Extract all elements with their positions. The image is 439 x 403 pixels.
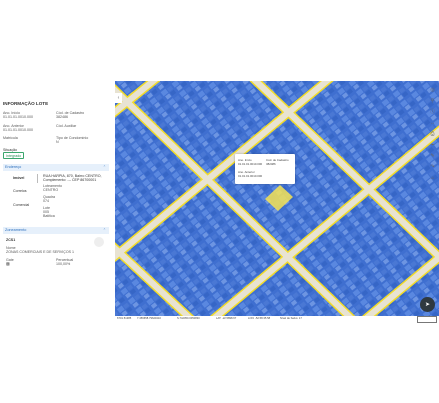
- scale-bar: [417, 316, 437, 323]
- ano-anterior-value: 01.01.01.0010.000: [3, 128, 33, 133]
- popup-ano-anterior-value: 01.01.01.0010.000: [238, 174, 263, 178]
- loteamento-value: CENTRO: [43, 188, 59, 193]
- lot-info-panel: INFORMAÇÃO LOTE Ano. Início 01.01.01.001…: [0, 96, 112, 274]
- status-lon: LON: -52.58.35.58: [248, 317, 271, 320]
- layers-icon: ▩: [6, 261, 10, 267]
- situacao-status-badge: Integrado: [3, 152, 25, 160]
- endereco-value: RUA HARPIA, 870, Bairro CENTRO, Compleme…: [43, 174, 102, 183]
- ano-inicio-field: Ano. Início 01.01.01.0010.000: [3, 111, 33, 119]
- quadra-value: 074: [43, 199, 49, 204]
- tipo-condominio-value: N: [56, 140, 59, 145]
- zoneamento-percentual-field: Percentual 100,00%: [56, 258, 73, 266]
- status-coords-3: S.742050.0050830: [177, 317, 200, 320]
- home-icon[interactable]: ⌂: [428, 173, 437, 182]
- bairro-field: Batitica: [43, 214, 55, 218]
- ano-inicio-value: 01.01.01.0010.000: [3, 115, 33, 120]
- chevron-up-icon: ⌃: [102, 228, 106, 232]
- layers-icon[interactable]: ◎: [428, 85, 437, 94]
- popup-cod-value: 382486: [266, 162, 276, 166]
- map-info-popup: Ano. Início 01.01.01.0010.000 Cód. de Ca…: [235, 154, 295, 184]
- collapse-panel-button[interactable]: ‹: [115, 93, 122, 103]
- status-nivel: Nível de Salvo: 17: [280, 317, 302, 320]
- section-zoneamento-header[interactable]: Zoneamento ⌃: [3, 227, 109, 234]
- zoneamento-header-label: Zoneamento: [5, 228, 27, 232]
- map-status-bar: 6701.51385 7.456658.79620410 S.742050.00…: [115, 316, 439, 322]
- loteamento-field: Loteamento CENTRO: [43, 184, 62, 192]
- bairro-value: Batitica: [43, 214, 55, 218]
- zoneamento-nome-field: Nome ZONAS COMERCIAIS E DE SERVIÇOS 1: [6, 246, 74, 254]
- cod-cadastro-value: 382486: [56, 115, 68, 120]
- popup-ano-inicio-value: 01.01.01.0010.000: [238, 162, 263, 166]
- cod-auxiliar-field: Cód. Auxiliar: [56, 124, 76, 128]
- zoneamento-toggle-icon[interactable]: [94, 237, 104, 247]
- panel-title: INFORMAÇÃO LOTE: [3, 101, 49, 106]
- cod-auxiliar-label: Cód. Auxiliar: [56, 124, 77, 128]
- search-icon[interactable]: ⚲: [428, 96, 437, 105]
- location-icon[interactable]: ⌖: [428, 140, 437, 149]
- info-icon[interactable]: ⓘ: [428, 107, 437, 116]
- tipo-condominio-field: Tipo de Condomínio N: [56, 136, 88, 144]
- matricula-label: Matrícula: [3, 136, 18, 140]
- endereco-header-label: Endereço: [5, 165, 22, 169]
- print-icon[interactable]: ⎙: [428, 129, 437, 138]
- zoneamento-gate-field: Gate ▩: [6, 258, 14, 267]
- ano-anterior-field: Ano. Anterior 01.01.01.0010.000: [3, 124, 33, 132]
- status-coords-2: 7.456658.79620410: [137, 317, 161, 320]
- lote-field: Lote 005: [43, 206, 50, 214]
- endereco-row-correios: Correios: [13, 189, 27, 193]
- edit-icon[interactable]: ✎: [428, 151, 437, 160]
- measure-icon[interactable]: ↔: [428, 118, 437, 127]
- map-view[interactable]: [115, 81, 439, 318]
- quadra-field: Quadra 074: [43, 195, 55, 203]
- cod-cadastro-field: Cód. de Cadastro 382486: [56, 111, 84, 119]
- chevron-up-icon: ⌃: [102, 165, 106, 169]
- compass-icon[interactable]: ➤: [420, 297, 435, 312]
- endereco-tipo: Imóvel: [13, 176, 25, 180]
- share-icon[interactable]: ↷: [428, 162, 437, 171]
- endereco-row-comercial: Comercial: [13, 203, 30, 207]
- tipo-condominio-label: Tipo de Condomínio: [56, 136, 89, 140]
- status-lat: LAT: -22.5898.67: [216, 317, 237, 320]
- zoneamento-percentual-value: 100,00%: [56, 262, 71, 267]
- zoneamento-code: ZCS1: [6, 238, 16, 242]
- section-endereco-header[interactable]: Endereço ⌃: [3, 164, 109, 171]
- status-coords-1: 6701.51385: [117, 317, 132, 320]
- aerial-map-canvas[interactable]: [115, 81, 439, 318]
- matricula-field: Matrícula: [3, 136, 18, 140]
- map-toolbar: ◎ ⚲ ⓘ ↔ ⎙ ⌖ ✎ ↷ ⌂: [426, 81, 439, 191]
- zoneamento-nome-value: ZONAS COMERCIAIS E DE SERVIÇOS 1: [6, 250, 75, 255]
